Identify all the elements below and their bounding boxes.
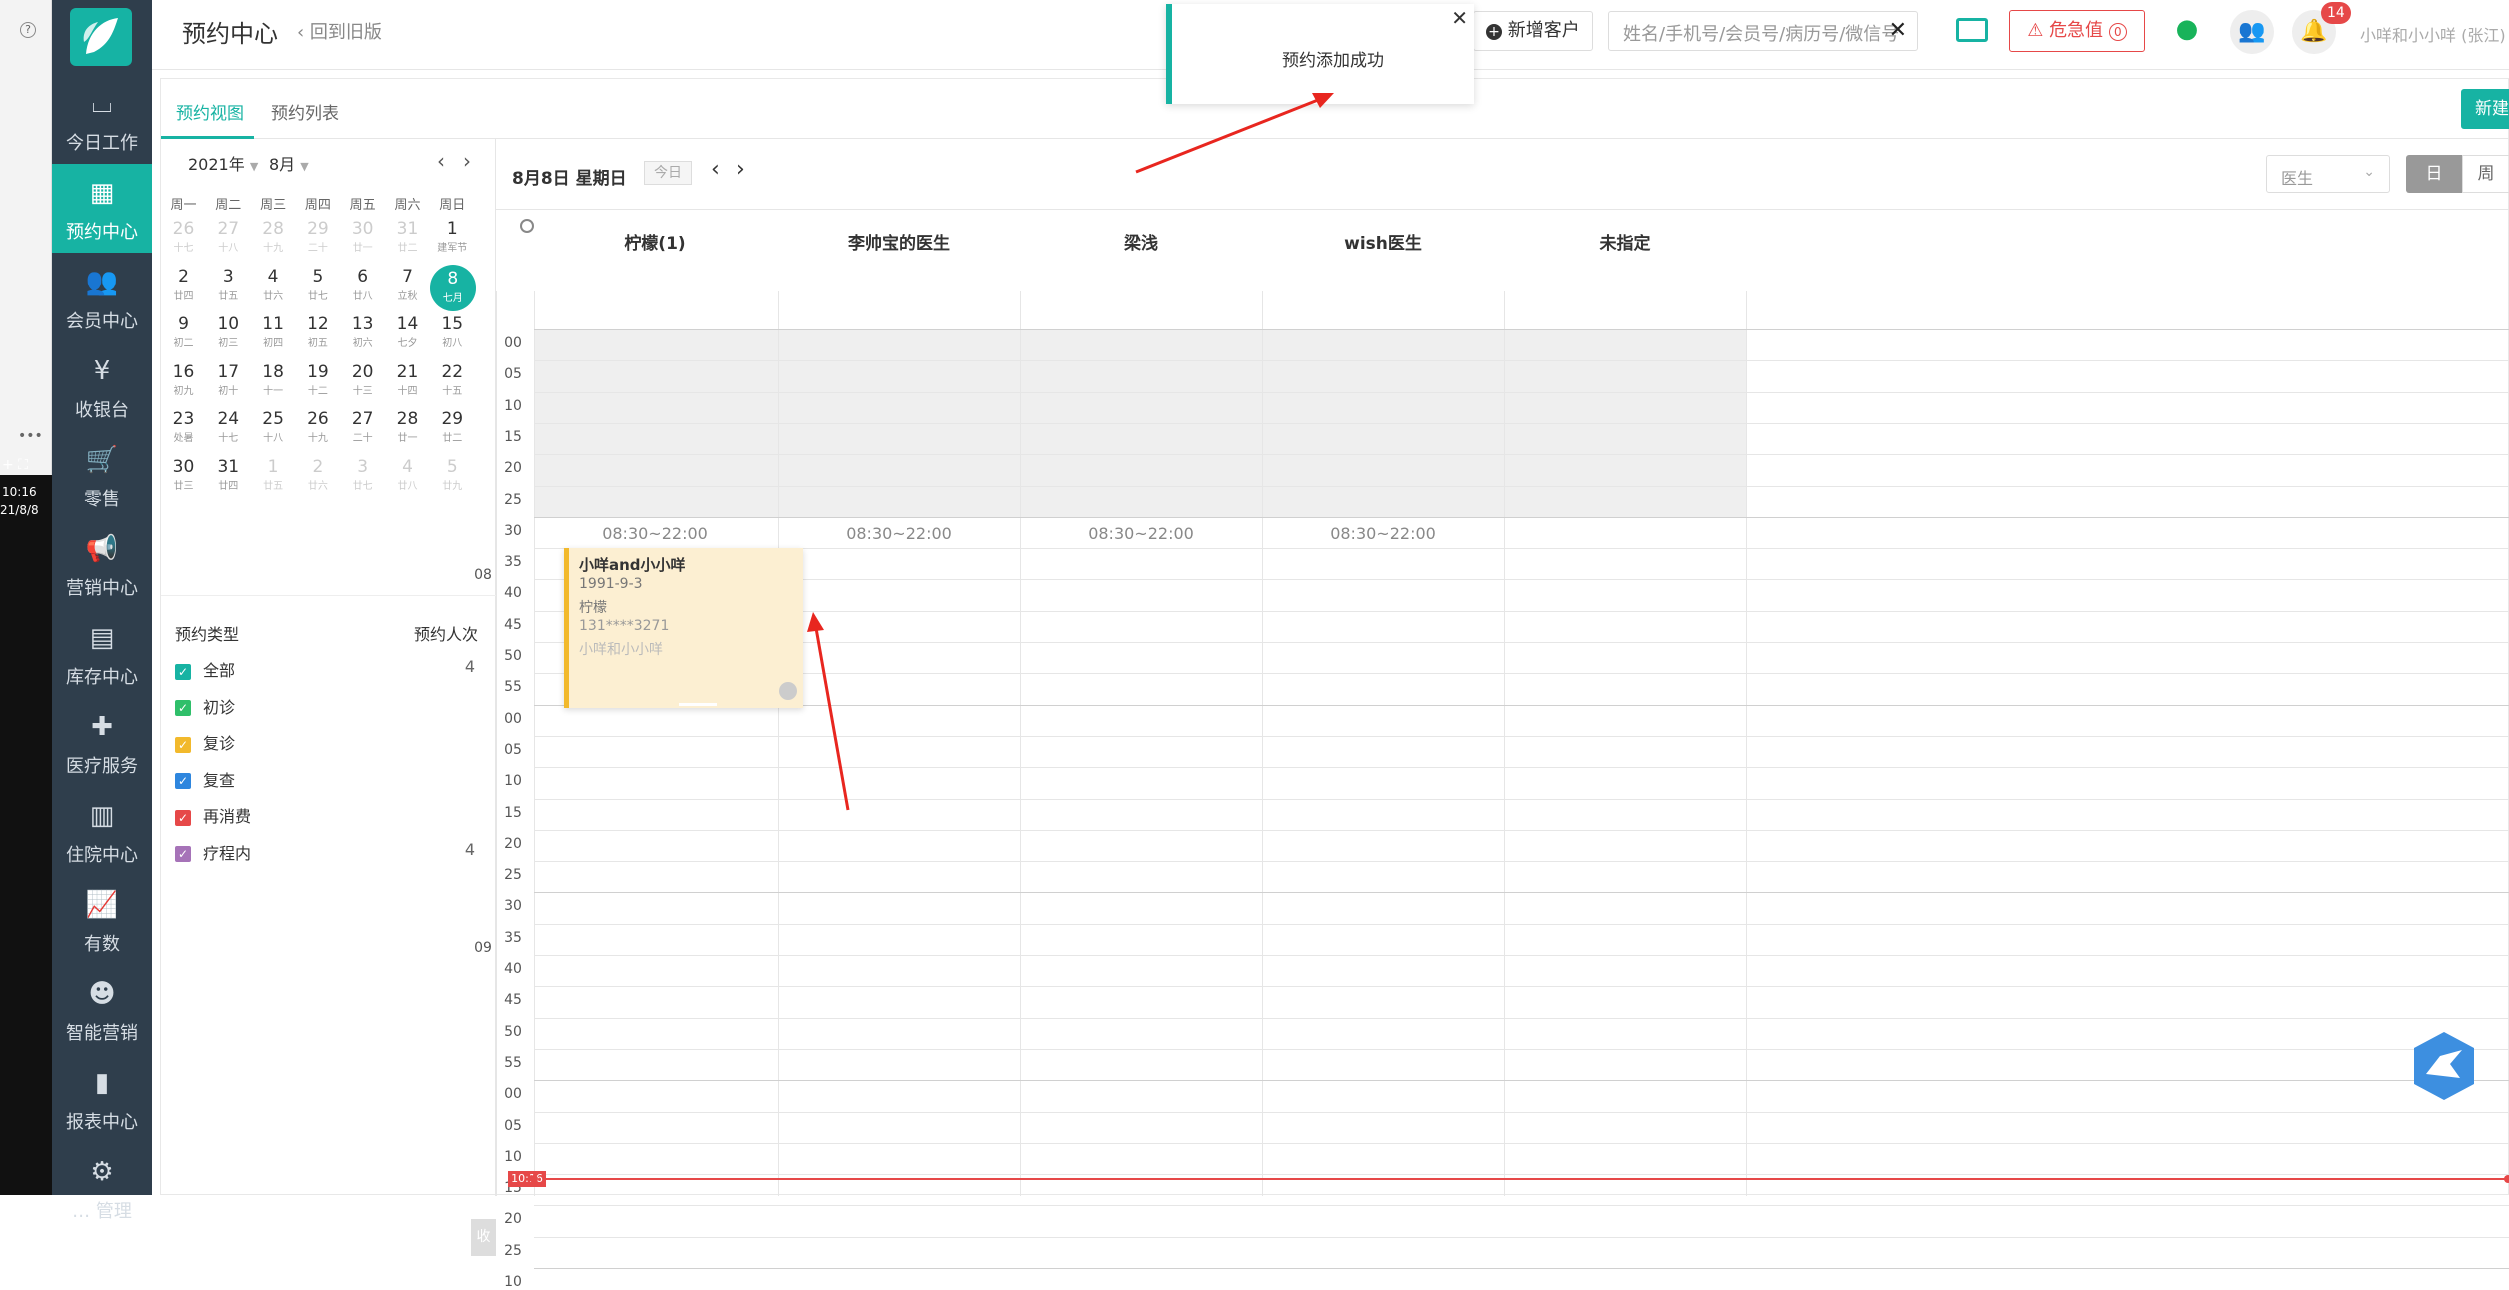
assistant-bird-icon[interactable] xyxy=(2410,1030,2478,1102)
sidebar-item-label: … 管理 xyxy=(72,1201,132,1222)
minute-label: 20 xyxy=(504,1211,522,1228)
minute-label: 10 xyxy=(504,1274,522,1290)
annotation-arrows xyxy=(807,93,1334,811)
collapse-button[interactable]: 收 xyxy=(471,1219,496,1256)
minute-label: 25 xyxy=(504,1242,522,1259)
